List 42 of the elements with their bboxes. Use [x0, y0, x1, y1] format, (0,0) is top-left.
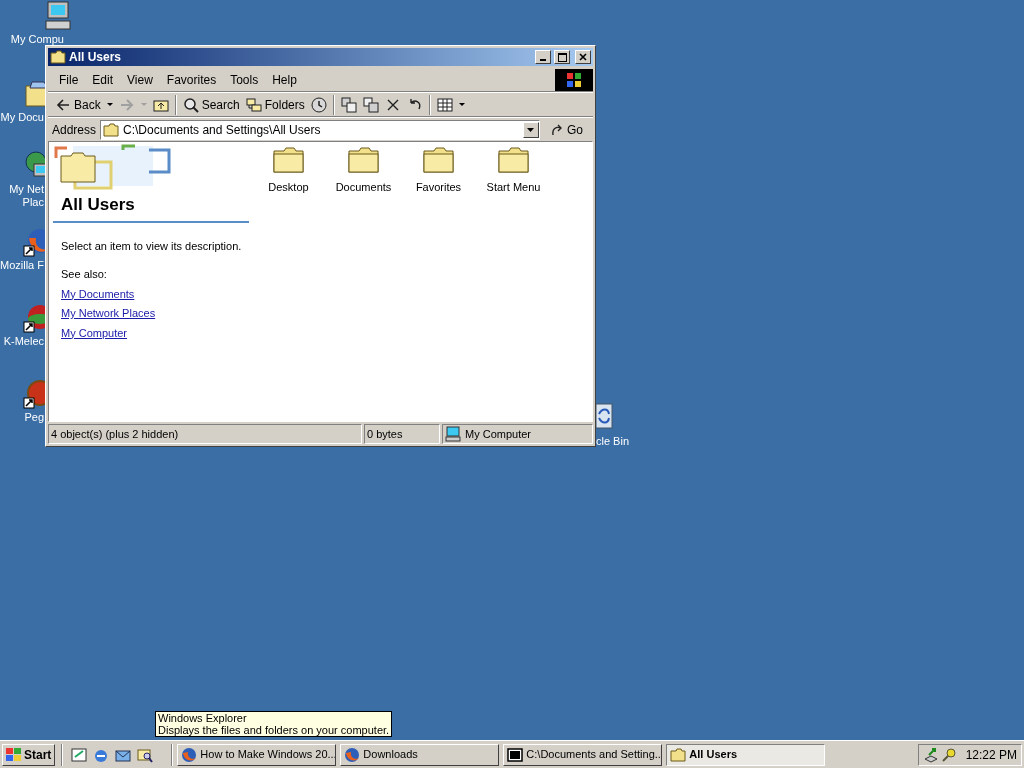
status-text: 0 bytes	[364, 424, 440, 444]
back-button[interactable]: Back	[52, 93, 116, 116]
folder-label[interactable]: Start Menu	[486, 179, 541, 196]
tooltip-title: Windows Explorer	[158, 712, 248, 724]
status-text: 4 object(s) (plus 2 hidden)	[48, 424, 362, 444]
icon-label: My Docu	[0, 111, 44, 123]
taskbar-button[interactable]: Downloads	[340, 743, 500, 766]
description-text: Select an item to view its description.	[60, 238, 243, 254]
icon-label: My Net	[9, 183, 44, 195]
link[interactable]: My Documents	[61, 285, 135, 302]
folder-label[interactable]: Documents	[335, 179, 392, 196]
menu-item[interactable]: View	[120, 70, 160, 89]
icon-label: My Compu	[10, 33, 64, 45]
clock: 12:22 PM	[965, 746, 1017, 764]
see-also-label: See also:	[60, 267, 108, 282]
folders-button[interactable]: Folders	[242, 93, 308, 116]
menu-item[interactable]: Favorites	[159, 70, 224, 89]
menu-item[interactable]: Edit	[85, 70, 121, 89]
status-text: My Computer	[465, 426, 532, 442]
panel-title: All Users	[60, 194, 136, 216]
taskbar-button[interactable]: C:\Documents and Setting...	[503, 743, 663, 766]
icon-label: Peg	[24, 411, 44, 423]
link[interactable]: My Network Places	[61, 305, 156, 322]
search-button[interactable]: Search	[179, 93, 243, 116]
menu-item[interactable]: Tools	[223, 70, 266, 89]
folder-label[interactable]: Desktop	[268, 179, 309, 196]
window-title: All Users	[69, 49, 123, 66]
menu-item[interactable]: Help	[265, 70, 304, 89]
link[interactable]: My Computer	[61, 324, 128, 341]
taskbar-button[interactable]: All Users	[666, 743, 826, 766]
folder-label[interactable]: Favorites	[415, 179, 462, 196]
icon-label: Mozilla F	[0, 259, 44, 271]
tooltip-text: Displays the files and folders on your computer.	[158, 724, 390, 736]
start-button[interactable]: Start	[2, 743, 56, 766]
menu-item[interactable]: File	[52, 70, 86, 89]
icon-label: K-Melec	[3, 335, 44, 347]
icon-label: Plac	[22, 196, 44, 208]
address-label: Address	[52, 121, 97, 139]
icon-label: cle Bin	[596, 435, 630, 447]
address-field[interactable]: C:\Documents and Settings\All Users	[100, 119, 540, 140]
taskbar-button[interactable]: How to Make Windows 20...	[177, 743, 337, 766]
go-button[interactable]: Go	[544, 120, 589, 139]
